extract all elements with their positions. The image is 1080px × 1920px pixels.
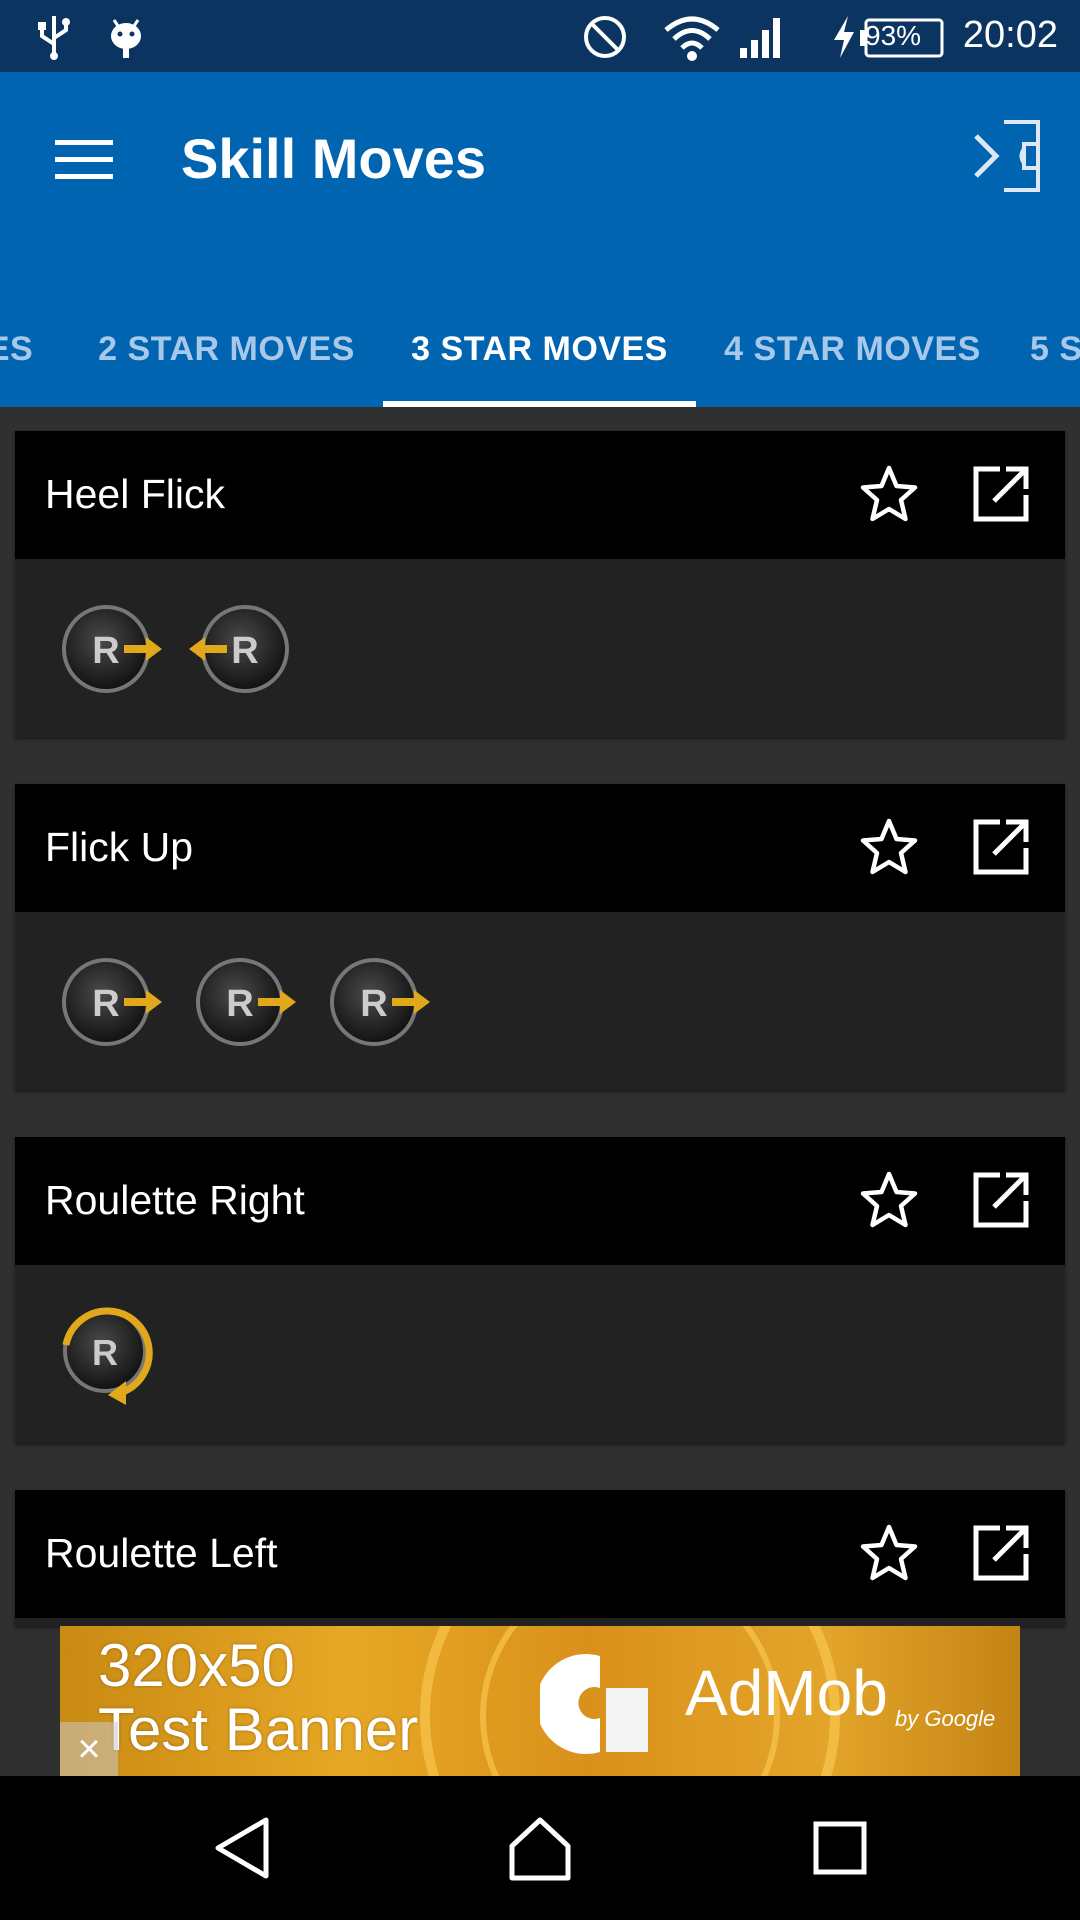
wifi-icon [662,14,722,67]
open-external-icon[interactable] [970,816,1032,878]
r-stick-flick-left-icon: R [183,601,293,697]
skill-card: Flick Up R R R [15,784,1065,1090]
ad-text: 320x50 Test Banner [98,1634,418,1762]
favorite-star-icon[interactable] [858,816,920,878]
tab-2-star[interactable]: 2 STAR MOVES [70,292,383,407]
back-icon[interactable] [206,1812,278,1884]
skill-card-header: Heel Flick [15,431,1065,559]
ad-banner[interactable]: 320x50 Test Banner AdMob by Google × [60,1626,1020,1776]
svg-text:R: R [92,630,119,672]
svg-text:R: R [92,1332,118,1373]
status-bar: 93% 20:02 [0,0,1080,72]
skill-title: Roulette Right [45,1177,305,1223]
r-stick-flick-right-icon: R [192,954,302,1050]
open-external-icon[interactable] [970,1522,1032,1584]
hamburger-menu-icon[interactable] [55,136,113,184]
exit-to-pitch-icon[interactable] [972,118,1044,194]
page-title: Skill Moves [181,127,487,190]
tab-1-star[interactable]: ES [0,292,40,407]
app-bar: Skill Moves ES 2 STAR MOVES 3 STAR MOVES… [0,72,1080,407]
move-sequence: R R R [15,912,1065,1092]
skill-card: Roulette Left [15,1490,1065,1626]
skill-card: Roulette Right R [15,1137,1065,1443]
usb-icon [34,14,74,65]
status-time: 20:02 [962,14,1058,56]
favorite-star-icon[interactable] [858,463,920,525]
favorite-star-icon[interactable] [858,1522,920,1584]
ad-line-2: Test Banner [98,1696,419,1763]
tab-indicator [383,401,696,407]
tab-3-star[interactable]: 3 STAR MOVES [383,292,696,407]
ad-close-button[interactable]: × [60,1722,118,1776]
open-external-icon[interactable] [970,1169,1032,1231]
svg-text:R: R [360,983,387,1025]
svg-text:R: R [226,983,253,1025]
move-sequence: R R [15,559,1065,739]
open-external-icon[interactable] [970,463,1032,525]
svg-text:R: R [92,983,119,1025]
skill-title: Heel Flick [45,471,225,517]
svg-text:R: R [231,630,258,672]
tab-5-star[interactable]: 5 S [1030,292,1080,407]
admob-logo-icon [536,1648,660,1758]
skill-card-header: Flick Up [15,784,1065,912]
r-stick-flick-right-icon: R [58,601,168,697]
tab-bar: ES 2 STAR MOVES 3 STAR MOVES 4 STAR MOVE… [0,292,1080,407]
recents-icon[interactable] [804,1812,876,1884]
skill-card-header: Roulette Right [15,1137,1065,1265]
r-stick-flick-right-icon: R [58,954,168,1050]
skill-title: Roulette Left [45,1530,278,1576]
do-not-disturb-icon [582,14,628,65]
signal-icon [738,14,788,65]
r-stick-flick-right-icon: R [326,954,436,1050]
ad-by: by Google [895,1706,996,1731]
skill-card: Heel Flick R R [15,431,1065,737]
favorite-star-icon[interactable] [858,1169,920,1231]
ad-line-1: 320x50 [98,1632,295,1699]
android-debug-icon [106,14,146,65]
navigation-bar [0,1776,1080,1920]
battery-percent: 93% [865,20,922,51]
skill-title: Flick Up [45,824,194,870]
skill-card-header: Roulette Left [15,1490,1065,1618]
tab-4-star[interactable]: 4 STAR MOVES [696,292,1009,407]
r-stick-rotate-clockwise-icon: R [50,1295,170,1411]
charging-icon [830,14,858,65]
home-icon[interactable] [504,1812,576,1884]
ad-brand: AdMob [685,1657,888,1729]
move-sequence: R [15,1265,1065,1445]
